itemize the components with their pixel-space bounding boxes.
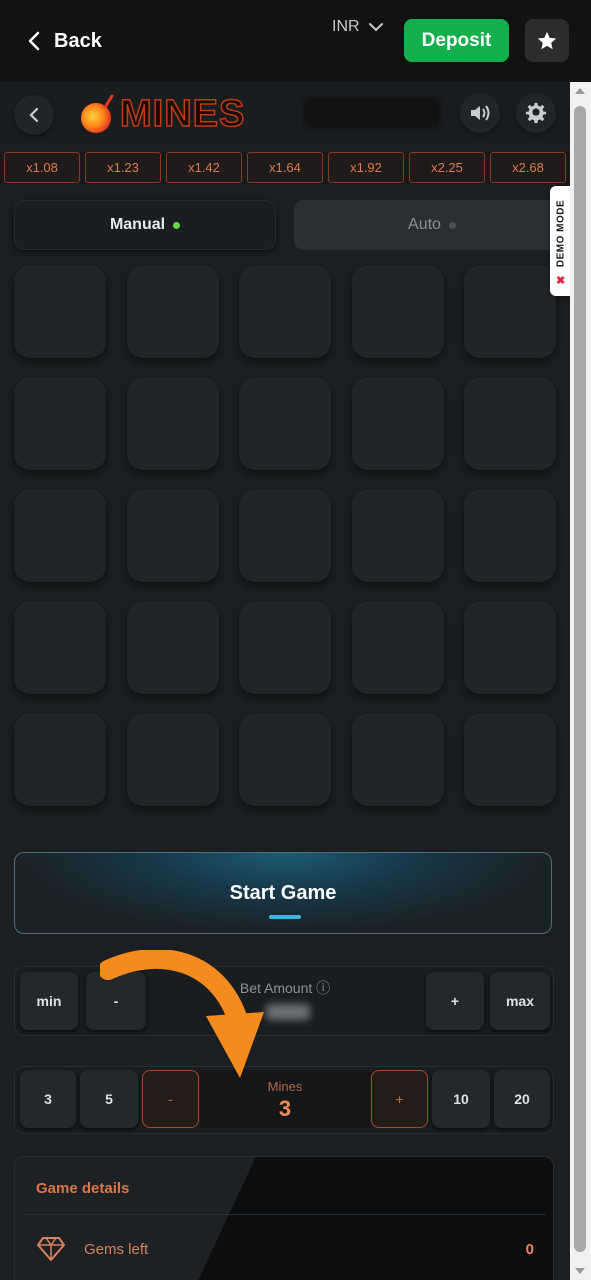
demo-mode-label: DEMO MODE: [555, 199, 567, 268]
inactive-dot: [448, 221, 456, 229]
scrollbar[interactable]: [570, 82, 591, 1280]
divider: [22, 1214, 546, 1215]
mines-game: MINES x1.08 x1.23 x1.42 x1.64 x1.92 x2.2…: [0, 82, 570, 1280]
mines-label: Mines: [267, 1079, 303, 1094]
mine-tile[interactable]: [239, 490, 331, 582]
start-underline: [269, 915, 301, 919]
mine-tile[interactable]: [126, 602, 219, 694]
tab-manual[interactable]: Manual: [14, 200, 276, 250]
mine-tile[interactable]: [14, 378, 106, 470]
mine-tile[interactable]: [14, 266, 106, 358]
gear-icon: [525, 102, 547, 124]
demo-mode-tag[interactable]: DEMO MODE ✖: [550, 186, 572, 296]
start-game-button[interactable]: Start Game: [14, 852, 552, 934]
bet-amount-control: min - Bet Amount ⓘ + max: [14, 966, 554, 1036]
mine-tile[interactable]: [239, 266, 331, 358]
mine-tile[interactable]: [239, 602, 331, 694]
top-bar: Back INR Deposit: [0, 0, 591, 82]
multiplier-badge: x1.92: [328, 152, 404, 183]
active-dot: [173, 221, 181, 229]
close-icon: ✖: [556, 275, 566, 287]
bet-min-button[interactable]: min: [20, 972, 78, 1030]
settings-button[interactable]: [516, 93, 556, 133]
game-details-title: Game details: [36, 1180, 130, 1197]
game-details-panel: Game details Gems left 0: [14, 1156, 554, 1280]
mine-tile[interactable]: [464, 602, 556, 694]
multiplier-badge: x1.23: [85, 152, 161, 183]
multiplier-badge: x2.25: [409, 152, 485, 183]
mine-tile[interactable]: [464, 490, 556, 582]
chevron-down-icon: [368, 23, 383, 32]
game-back-button[interactable]: [14, 95, 54, 135]
start-game-label: Start Game: [229, 881, 337, 904]
mine-tile[interactable]: [464, 266, 556, 358]
bomb-icon: [81, 94, 114, 133]
gem-icon: [36, 1237, 66, 1262]
currency-selector[interactable]: INR: [332, 18, 384, 36]
mine-tile[interactable]: [14, 602, 106, 694]
gems-left-value: 0: [525, 1241, 534, 1258]
mine-tile[interactable]: [126, 378, 219, 470]
mines-preset-button[interactable]: 3: [20, 1070, 76, 1128]
mine-tile[interactable]: [351, 378, 444, 470]
mine-tile[interactable]: [239, 714, 331, 806]
mine-tile[interactable]: [126, 714, 219, 806]
mode-tabs: Manual Auto: [14, 200, 570, 252]
mine-tile[interactable]: [351, 266, 444, 358]
multiplier-strip: x1.08 x1.23 x1.42 x1.64 x1.92 x2.25 x2.6…: [0, 152, 570, 184]
multiplier-badge: x1.08: [4, 152, 80, 183]
favorite-button[interactable]: [525, 19, 569, 62]
currency-label: INR: [332, 18, 360, 35]
deposit-button[interactable]: Deposit: [404, 19, 509, 62]
mines-value: 3: [278, 1096, 292, 1121]
chevron-left-icon: [29, 107, 39, 123]
mine-tile[interactable]: [239, 378, 331, 470]
mines-increase-button[interactable]: +: [371, 1070, 428, 1128]
scroll-down-arrow[interactable]: [575, 1268, 585, 1274]
tab-auto-label: Auto: [408, 216, 441, 233]
back-button[interactable]: Back: [28, 24, 102, 58]
bet-amount-input[interactable]: [266, 1004, 310, 1020]
bet-amount-label: Bet Amount ⓘ: [239, 980, 331, 996]
multiplier-badge: x2.68: [490, 152, 566, 183]
game-logo: MINES: [78, 90, 245, 138]
multiplier-badge: x1.64: [247, 152, 323, 183]
multiplier-badge: x1.42: [166, 152, 242, 183]
mine-tile[interactable]: [126, 266, 219, 358]
chevron-left-icon: [28, 31, 40, 51]
tab-manual-label: Manual: [109, 216, 166, 233]
mine-tile[interactable]: [351, 602, 444, 694]
game-header: MINES: [0, 82, 570, 146]
mine-tile[interactable]: [126, 490, 219, 582]
tab-auto[interactable]: Auto: [294, 200, 570, 250]
gems-left-label: Gems left: [84, 1241, 149, 1258]
sound-button[interactable]: [460, 93, 500, 133]
mines-preset-button[interactable]: 20: [494, 1070, 550, 1128]
mines-preset-button[interactable]: 10: [432, 1070, 490, 1128]
bet-increase-button[interactable]: +: [426, 972, 484, 1030]
mine-tile[interactable]: [351, 490, 444, 582]
scrollbar-thumb[interactable]: [574, 106, 586, 1252]
mines-count-control: 3 5 - Mines 3 + 10 20: [14, 1066, 554, 1134]
back-label: Back: [54, 29, 102, 52]
bet-max-button[interactable]: max: [490, 972, 550, 1030]
mines-decrease-button[interactable]: -: [142, 1070, 199, 1128]
game-title: MINES: [119, 92, 246, 136]
scroll-up-arrow[interactable]: [575, 88, 585, 94]
mine-tile[interactable]: [351, 714, 444, 806]
mine-tile[interactable]: [464, 714, 556, 806]
balance-display: [303, 97, 440, 129]
speaker-icon: [471, 105, 490, 121]
mines-preset-button[interactable]: 5: [80, 1070, 138, 1128]
bet-decrease-button[interactable]: -: [86, 972, 146, 1030]
mine-tile[interactable]: [14, 714, 106, 806]
mine-tile[interactable]: [464, 378, 556, 470]
star-icon: [537, 31, 557, 49]
mine-tile[interactable]: [14, 490, 106, 582]
